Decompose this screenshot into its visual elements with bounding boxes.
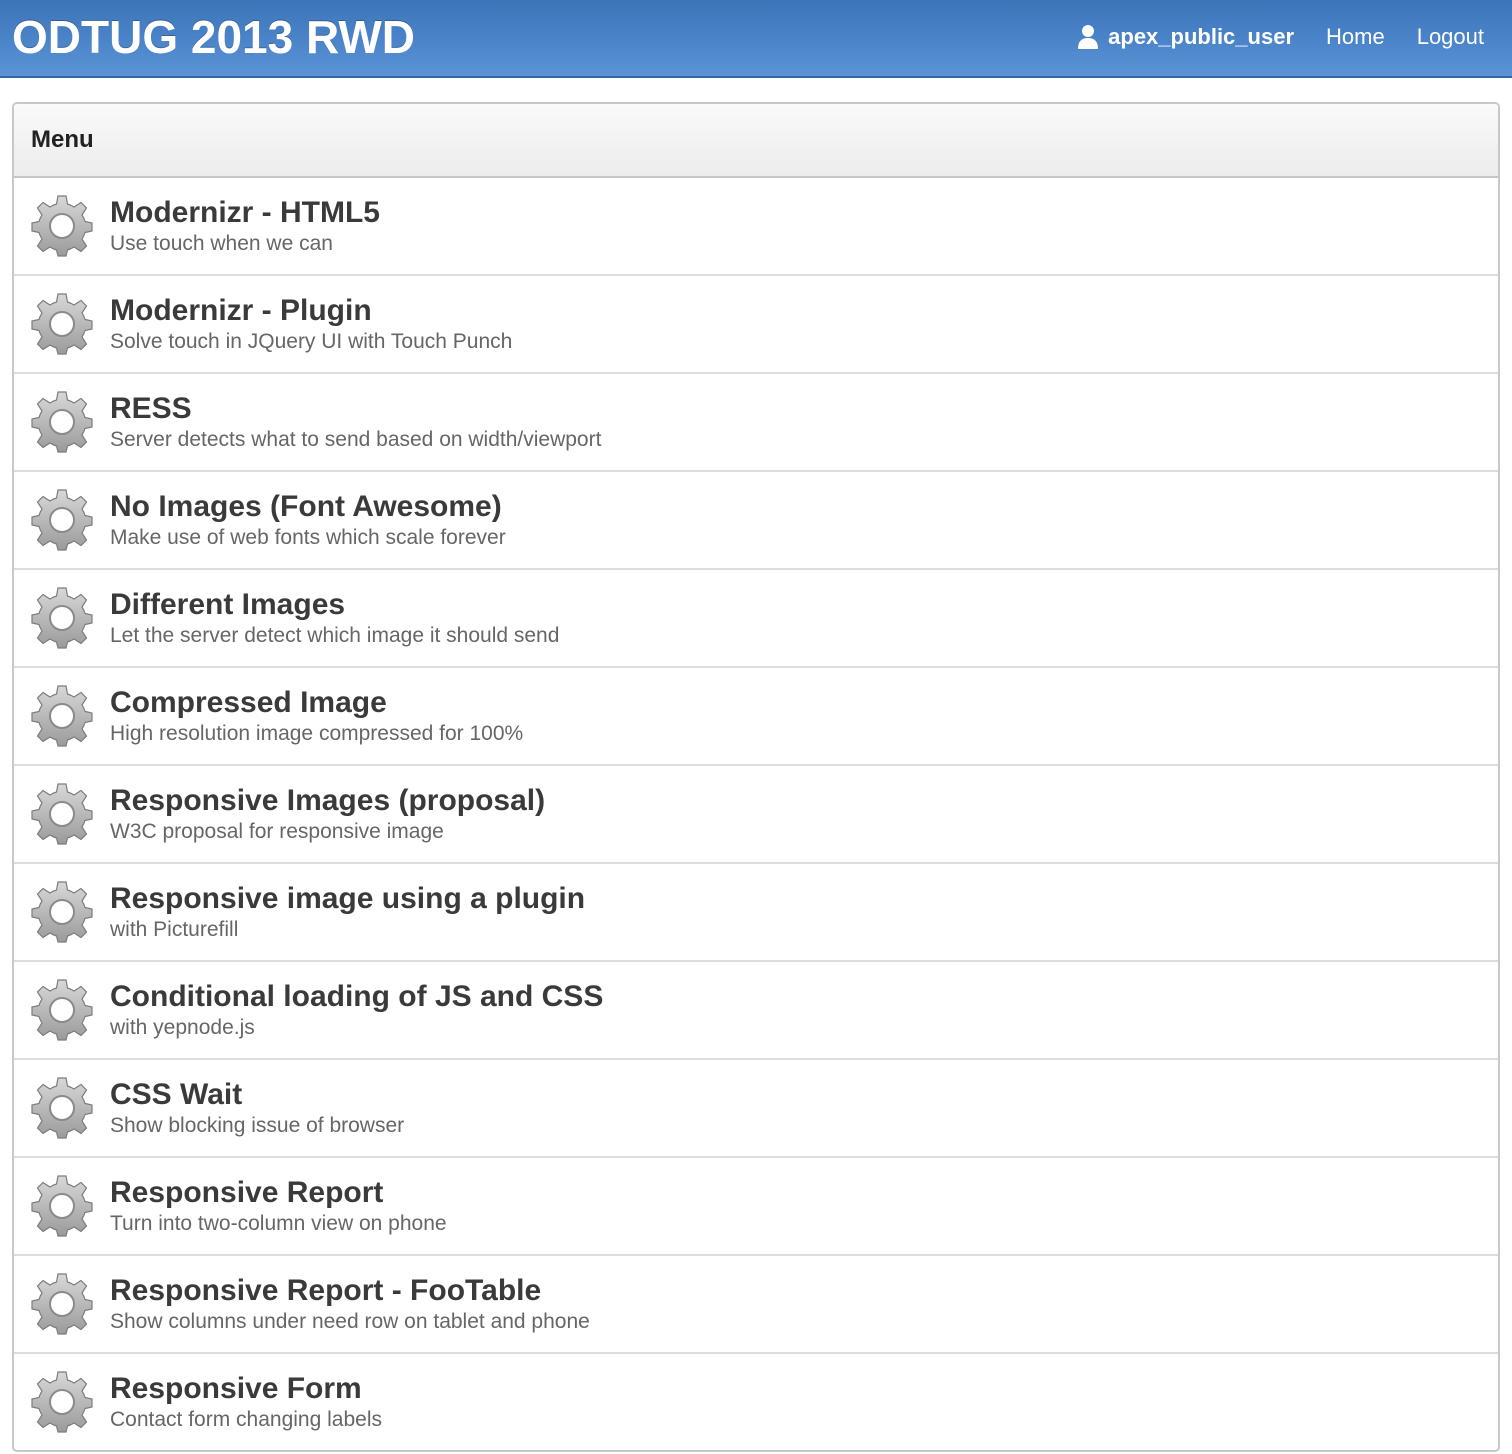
menu-item[interactable]: Modernizr - HTML5 Use touch when we can [14, 178, 1498, 276]
menu-item-text: RESS Server detects what to send based on… [110, 392, 601, 454]
menu-item[interactable]: Different Images Let the server detect wh… [14, 570, 1498, 668]
menu-item-description: Solve touch in JQuery UI with Touch Punc… [110, 330, 513, 353]
top-nav: apex_public_user Home Logout [1076, 0, 1484, 74]
menu-item[interactable]: Responsive Report - FooTable Show columns… [14, 1256, 1498, 1354]
nav-home-link[interactable]: Home [1326, 24, 1385, 50]
menu-item-title[interactable]: Different Images [110, 588, 559, 622]
gear-icon [31, 783, 93, 845]
gear-icon [31, 979, 93, 1041]
gear-icon [31, 489, 93, 551]
gear-icon [31, 1175, 93, 1237]
menu-item-text: Modernizr - Plugin Solve touch in JQuery … [110, 294, 512, 356]
menu-region: Menu Modernizr - HTML5 Use touch when we … [12, 102, 1500, 1452]
menu-item-description: W3C proposal for responsive image [110, 820, 444, 843]
gear-icon [31, 881, 93, 943]
menu-item[interactable]: Compressed Image High resolution image co… [14, 668, 1498, 766]
menu-item-description: with yepnode.js [110, 1016, 255, 1039]
gear-icon [31, 1077, 93, 1139]
menu-item-text: Different Images Let the server detect wh… [110, 588, 559, 650]
menu-item-description: Let the server detect which image it sho… [110, 624, 560, 647]
menu-item-description: Server detects what to send based on wid… [110, 428, 602, 451]
menu-item[interactable]: Responsive Report Turn into two-column vi… [14, 1158, 1498, 1256]
menu-item-title[interactable]: Responsive Report - FooTable [110, 1274, 590, 1308]
menu-item-text: Modernizr - HTML5 Use touch when we can [110, 196, 380, 258]
menu-item-title[interactable]: RESS [110, 392, 601, 426]
menu-item-title[interactable]: Responsive image using a plugin [110, 882, 585, 916]
menu-item[interactable]: Responsive image using a plugin with Pict… [14, 864, 1498, 962]
menu-item-description: High resolution image compressed for 100… [110, 722, 524, 745]
user-name: apex_public_user [1108, 24, 1295, 49]
menu-item[interactable]: No Images (Font Awesome) Make use of web … [14, 472, 1498, 570]
menu-item-title[interactable]: CSS Wait [110, 1078, 404, 1112]
menu-item-text: Responsive image using a plugin with Pict… [110, 882, 585, 944]
gear-icon [31, 391, 93, 453]
menu-item[interactable]: Conditional loading of JS and CSS with ye… [14, 962, 1498, 1060]
menu-item-description: Use touch when we can [110, 232, 333, 255]
menu-item-description: Contact form changing labels [110, 1408, 382, 1431]
menu-item-title[interactable]: Responsive Form [110, 1372, 382, 1406]
current-user: apex_public_user [1076, 24, 1294, 50]
app-header: ODTUG 2013 RWD apex_public_user Home Log… [0, 0, 1512, 78]
menu-item-text: Responsive Images (proposal) W3C proposal… [110, 784, 545, 846]
gear-icon [31, 1273, 93, 1335]
menu-item-title[interactable]: Modernizr - HTML5 [110, 196, 380, 230]
menu-item[interactable]: Modernizr - Plugin Solve touch in JQuery … [14, 276, 1498, 374]
app-title[interactable]: ODTUG 2013 RWD [12, 8, 415, 66]
menu-item-text: Conditional loading of JS and CSS with ye… [110, 980, 603, 1042]
menu-region-header: Menu [14, 104, 1498, 178]
menu-item[interactable]: Responsive Form Contact form changing lab… [14, 1354, 1498, 1450]
menu-item-text: Compressed Image High resolution image co… [110, 686, 523, 748]
menu-item-text: Responsive Report Turn into two-column vi… [110, 1176, 447, 1238]
nav-logout-link[interactable]: Logout [1417, 24, 1484, 50]
menu-item-title[interactable]: Modernizr - Plugin [110, 294, 512, 328]
menu-item-title[interactable]: Compressed Image [110, 686, 523, 720]
gear-icon [31, 685, 93, 747]
menu-item-title[interactable]: Conditional loading of JS and CSS [110, 980, 603, 1014]
gear-icon [31, 1371, 93, 1433]
menu-item-text: Responsive Form Contact form changing lab… [110, 1372, 382, 1434]
menu-list: Modernizr - HTML5 Use touch when we can M… [14, 178, 1498, 1450]
menu-item-description: Make use of web fonts which scale foreve… [110, 526, 506, 549]
menu-item-title[interactable]: Responsive Images (proposal) [110, 784, 545, 818]
menu-item[interactable]: CSS Wait Show blocking issue of browser [14, 1060, 1498, 1158]
user-icon [1078, 25, 1099, 49]
menu-item-text: CSS Wait Show blocking issue of browser [110, 1078, 404, 1140]
menu-item-description: Show blocking issue of browser [110, 1114, 405, 1137]
gear-icon [31, 587, 93, 649]
menu-item-title[interactable]: No Images (Font Awesome) [110, 490, 506, 524]
menu-item-title[interactable]: Responsive Report [110, 1176, 447, 1210]
menu-item-description: with Picturefill [110, 918, 239, 941]
gear-icon [31, 195, 93, 257]
menu-item-text: No Images (Font Awesome) Make use of web … [110, 490, 506, 552]
menu-item-description: Turn into two-column view on phone [110, 1212, 447, 1235]
menu-region-title: Menu [31, 126, 94, 153]
gear-icon [31, 293, 93, 355]
menu-item-description: Show columns under need row on tablet an… [110, 1310, 590, 1333]
menu-item[interactable]: Responsive Images (proposal) W3C proposal… [14, 766, 1498, 864]
menu-item[interactable]: RESS Server detects what to send based on… [14, 374, 1498, 472]
menu-item-text: Responsive Report - FooTable Show columns… [110, 1274, 590, 1336]
